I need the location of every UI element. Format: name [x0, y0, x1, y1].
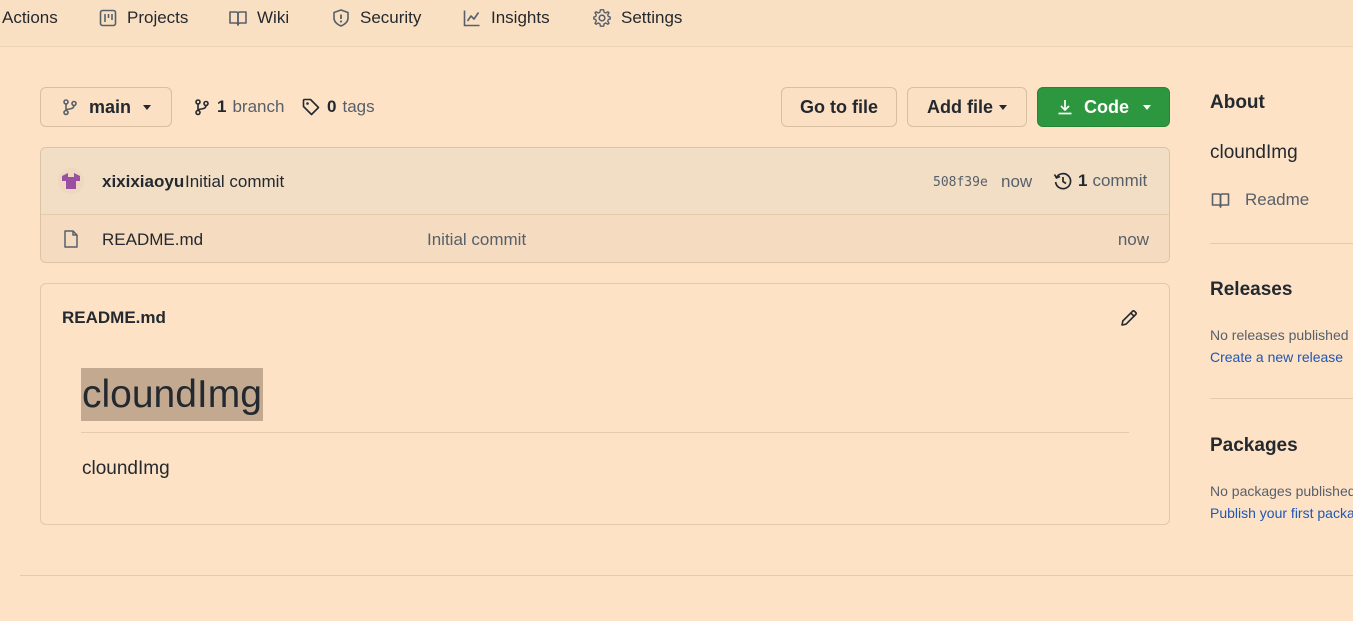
sidebar-divider — [1210, 398, 1353, 399]
branch-name: main — [89, 96, 132, 117]
commit-sha[interactable]: 508f39e — [933, 175, 988, 190]
about-title: About — [1210, 92, 1265, 113]
nav-tab-insights[interactable]: Insights — [462, 4, 550, 32]
chevron-down-icon — [999, 104, 1007, 110]
nav-tab-label: Projects — [127, 8, 189, 27]
nav-tab-settings[interactable]: Settings — [592, 4, 682, 32]
nav-tab-label: Settings — [621, 8, 683, 27]
repo-nav: Actions Projects Wiki Security Insights — [0, 0, 1353, 47]
branches-label: branch — [232, 97, 285, 116]
branches-count: 1 — [217, 97, 227, 116]
history-icon — [1053, 172, 1072, 190]
code-label: Code — [1084, 96, 1129, 117]
nav-tab-label: Wiki — [257, 8, 290, 27]
git-branch-icon — [63, 99, 77, 116]
releases-title[interactable]: Releases — [1210, 279, 1292, 301]
download-icon — [1058, 100, 1072, 115]
about-description: cloundImg — [1210, 142, 1298, 163]
readme-box: README.md cloundImg cloundImg — [40, 283, 1170, 525]
tags-label: tags — [342, 97, 375, 116]
commits-count: 1 — [1078, 171, 1088, 190]
commit-author[interactable]: xixixiaoyu — [102, 172, 184, 192]
file-name-link[interactable]: README.md — [102, 230, 203, 250]
nav-tab-security[interactable]: Security — [331, 4, 421, 32]
file-commit-message[interactable]: Initial commit — [427, 230, 526, 250]
commits-label: commit — [1092, 171, 1148, 190]
avatar[interactable] — [58, 168, 84, 194]
add-file-label: Add file — [927, 96, 993, 117]
tags-count: 0 — [327, 97, 337, 116]
gear-icon — [593, 9, 611, 27]
pencil-icon[interactable] — [1119, 308, 1139, 328]
tags-link[interactable]: 0 tags — [301, 96, 375, 118]
packages-empty-text: No packages published — [1210, 483, 1353, 499]
heading-divider — [81, 432, 1129, 433]
add-file-button[interactable]: Add file — [907, 87, 1027, 127]
nav-tab-projects[interactable]: Projects — [98, 4, 188, 32]
graph-icon — [463, 10, 480, 27]
book-icon — [229, 11, 247, 26]
packages-title[interactable]: Packages — [1210, 435, 1298, 457]
create-release-link[interactable]: Create a new release — [1210, 349, 1343, 365]
nav-tab-wiki[interactable]: Wiki — [228, 4, 289, 32]
nav-tab-label: Insights — [491, 8, 550, 27]
file-icon — [64, 230, 78, 248]
releases-empty-text: No releases published — [1210, 327, 1349, 343]
footer-divider — [20, 575, 1353, 576]
publish-package-link[interactable]: Publish your first package — [1210, 505, 1353, 521]
branches-link[interactable]: 1 branch — [193, 96, 284, 118]
sidebar-divider — [1210, 243, 1353, 244]
shield-icon — [333, 9, 349, 27]
go-to-file-label: Go to file — [800, 96, 878, 117]
commits-link[interactable]: 1 commit — [1053, 171, 1147, 191]
nav-tab-label: Actions — [2, 8, 58, 27]
readme-heading: cloundImg — [81, 368, 263, 421]
code-button[interactable]: Code — [1037, 87, 1170, 127]
git-branch-icon — [195, 99, 209, 116]
commit-message[interactable]: Initial commit — [185, 172, 284, 192]
file-time: now — [1117, 230, 1149, 249]
commit-time: now — [1001, 172, 1033, 191]
tag-icon — [302, 98, 320, 116]
chevron-down-icon — [143, 104, 152, 110]
readme-link[interactable]: Readme — [1210, 190, 1309, 210]
table-row[interactable]: README.md Initial commit now — [41, 215, 1169, 262]
go-to-file-button[interactable]: Go to file — [781, 87, 897, 127]
latest-commit-row: xixixiaoyu Initial commit 508f39e now 1 … — [41, 148, 1169, 215]
chevron-down-icon — [1143, 104, 1151, 110]
nav-tab-actions[interactable]: Actions — [2, 4, 58, 32]
file-browser: xixixiaoyu Initial commit 508f39e now 1 … — [40, 147, 1170, 263]
readme-link-label: Readme — [1245, 190, 1310, 209]
readme-body: cloundImg — [82, 458, 170, 479]
branch-select-button[interactable]: main — [40, 87, 172, 127]
book-icon — [1211, 193, 1230, 208]
nav-tab-label: Security — [360, 8, 422, 27]
project-board-icon — [99, 9, 117, 27]
readme-filename: README.md — [62, 308, 166, 327]
